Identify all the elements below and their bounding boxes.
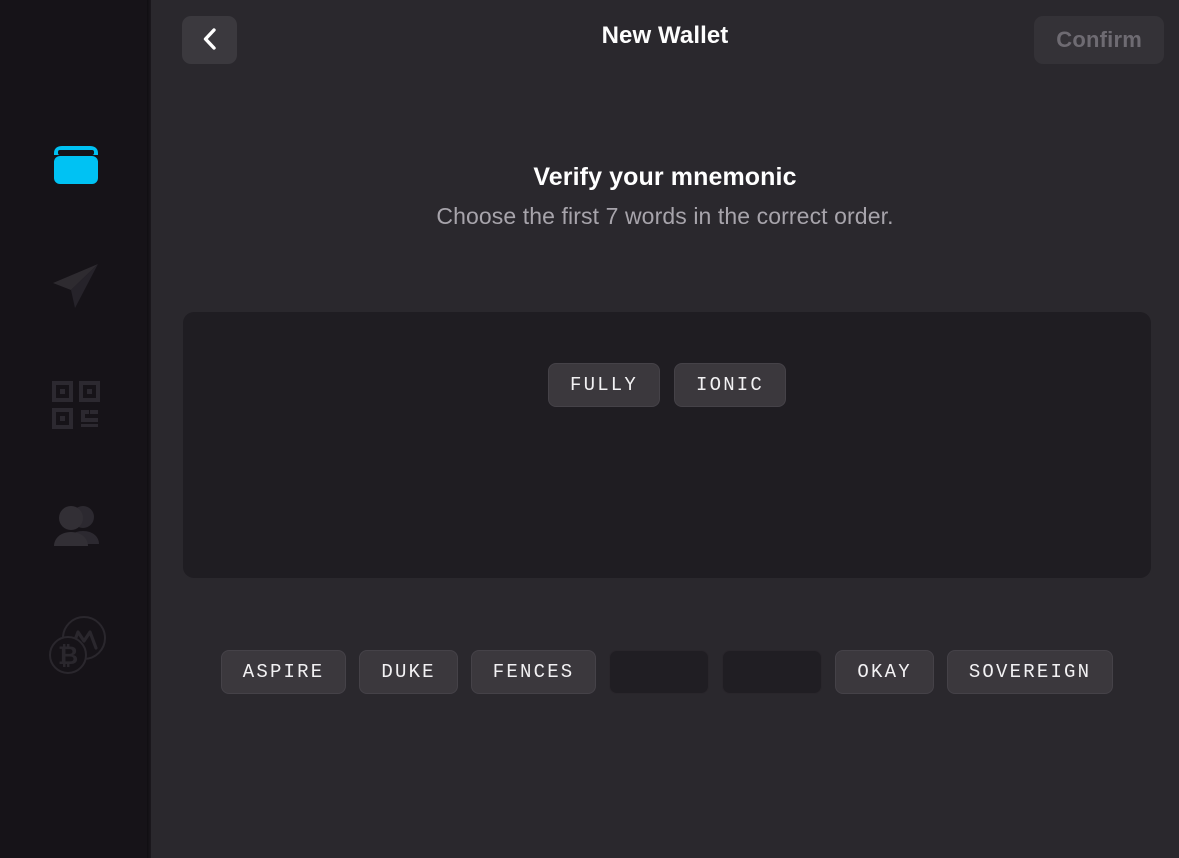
sidebar-item-receive[interactable]: [37, 366, 115, 444]
contacts-icon: [49, 498, 103, 552]
selected-words-list: FULLY IONIC: [183, 363, 1151, 407]
sidebar: ₿: [0, 0, 151, 858]
verify-heading: Verify your mnemonic: [533, 163, 797, 191]
new-wallet-screen: ₿ New Wallet Confirm Verify your mnemoni…: [0, 0, 1179, 858]
coins-icon: ₿: [44, 613, 108, 677]
paper-plane-icon: [48, 257, 104, 313]
selected-words-panel[interactable]: FULLY IONIC: [183, 312, 1151, 578]
sidebar-item-wallet[interactable]: [37, 126, 115, 204]
instructions-block: Verify your mnemonic Choose the first 7 …: [151, 160, 1179, 232]
wallet-icon: [48, 137, 104, 193]
word-bank: ASPIRE DUKE FENCES OKAY SOVEREIGN: [183, 650, 1151, 694]
selected-word-chip[interactable]: FULLY: [547, 363, 660, 407]
sidebar-item-contacts[interactable]: [37, 486, 115, 564]
top-bar: New Wallet Confirm: [151, 0, 1179, 80]
selected-word-chip[interactable]: IONIC: [674, 363, 787, 407]
word-bank-chip[interactable]: OKAY: [835, 650, 934, 694]
word-bank-chip[interactable]: ASPIRE: [220, 650, 347, 694]
svg-text:₿: ₿: [57, 642, 77, 670]
sidebar-item-exchange[interactable]: ₿: [37, 606, 115, 684]
confirm-button[interactable]: Confirm: [1034, 16, 1164, 64]
word-bank-empty-slot: [722, 650, 823, 694]
word-bank-chip[interactable]: DUKE: [359, 650, 458, 694]
sidebar-item-send[interactable]: [37, 246, 115, 324]
verify-subheading: Choose the first 7 words in the correct …: [436, 203, 894, 229]
qr-code-icon: [50, 379, 102, 431]
word-bank-chip[interactable]: FENCES: [470, 650, 597, 694]
word-bank-empty-slot: [609, 650, 710, 694]
main-content: New Wallet Confirm Verify your mnemonic …: [151, 0, 1179, 858]
word-bank-chip[interactable]: SOVEREIGN: [946, 650, 1114, 694]
page-title: New Wallet: [601, 22, 729, 49]
